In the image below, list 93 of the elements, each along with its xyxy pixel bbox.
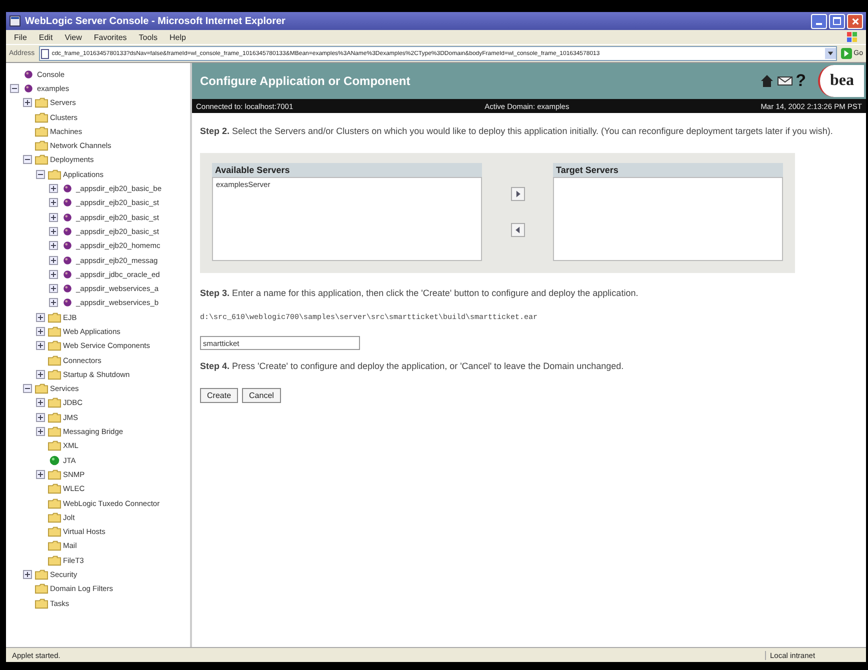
sphere-icon bbox=[61, 226, 74, 237]
collapse-icon[interactable] bbox=[36, 170, 45, 179]
expand-icon[interactable] bbox=[36, 427, 45, 436]
dropdown-button[interactable] bbox=[824, 48, 836, 59]
status-icon bbox=[48, 454, 61, 466]
folder-icon bbox=[35, 583, 48, 594]
sphere-icon bbox=[22, 82, 35, 94]
expand-icon[interactable] bbox=[36, 326, 45, 336]
folder-icon bbox=[48, 397, 61, 408]
help-link[interactable]: ? bbox=[796, 71, 806, 91]
folder-icon bbox=[35, 383, 48, 394]
sphere-icon bbox=[61, 297, 74, 308]
folder-icon bbox=[35, 598, 48, 609]
move-right-button[interactable] bbox=[510, 186, 524, 200]
folder-icon bbox=[35, 569, 48, 580]
expand-icon[interactable] bbox=[49, 226, 58, 236]
menu-item[interactable]: Edit bbox=[38, 32, 53, 42]
folder-icon bbox=[48, 168, 61, 180]
expand-icon[interactable] bbox=[49, 256, 58, 264]
expand-icon[interactable] bbox=[49, 198, 58, 208]
folder-icon bbox=[48, 498, 61, 509]
sphere-icon bbox=[61, 183, 74, 194]
menu-item[interactable]: Help bbox=[169, 32, 186, 42]
folder-icon bbox=[48, 340, 61, 352]
maximize-button[interactable] bbox=[829, 14, 845, 28]
browser-icon bbox=[9, 15, 21, 27]
page-title: Configure Application or Component bbox=[200, 74, 412, 88]
list-heading: Available Servers bbox=[212, 162, 482, 176]
step-text: Step 2. Select the Servers and/or Clusters on which you would like to deploy this application initially. (You can reconfigure deployment targets later if you wish). bbox=[200, 125, 834, 138]
sphere-icon bbox=[61, 283, 74, 294]
expand-icon[interactable] bbox=[36, 412, 45, 422]
expand-icon[interactable] bbox=[49, 241, 58, 250]
folder-icon bbox=[48, 540, 61, 552]
close-button[interactable] bbox=[847, 14, 863, 28]
collapse-icon[interactable] bbox=[23, 155, 32, 164]
menu-item[interactable]: Favorites bbox=[94, 32, 127, 42]
menu-item[interactable]: View bbox=[64, 32, 82, 42]
folder-icon bbox=[48, 426, 61, 438]
folder-icon bbox=[48, 468, 61, 480]
expand-icon[interactable] bbox=[49, 298, 58, 308]
sphere-icon bbox=[22, 68, 35, 80]
left-triangle-icon bbox=[514, 226, 522, 234]
folder-icon bbox=[48, 312, 61, 323]
folder-icon bbox=[48, 412, 61, 423]
sphere-icon bbox=[61, 197, 74, 208]
expand-icon[interactable] bbox=[23, 570, 32, 580]
folder-icon bbox=[35, 154, 48, 166]
folder-icon bbox=[35, 97, 48, 108]
move-left-button[interactable] bbox=[510, 222, 524, 236]
expand-icon[interactable] bbox=[49, 184, 58, 194]
logo: bea bbox=[818, 65, 864, 97]
step-text: Step 3. Enter a name for this application, then click the 'Create' button to configure and deploy the application. bbox=[200, 286, 640, 300]
mail-icon[interactable] bbox=[776, 75, 793, 87]
minimize-button[interactable] bbox=[811, 14, 827, 28]
folder-icon bbox=[48, 354, 61, 366]
caret-icon bbox=[826, 50, 834, 57]
folder-icon bbox=[35, 140, 48, 152]
home-icon[interactable] bbox=[760, 74, 774, 88]
menu-item[interactable]: Tools bbox=[138, 32, 158, 42]
windows-logo-icon bbox=[846, 31, 858, 43]
sphere-icon bbox=[61, 212, 74, 223]
folder-icon bbox=[48, 368, 61, 380]
expand-icon[interactable] bbox=[49, 270, 58, 279]
expand-icon[interactable] bbox=[36, 312, 45, 322]
close-icon bbox=[850, 16, 860, 26]
page-icon bbox=[40, 48, 50, 58]
folder-icon bbox=[48, 483, 61, 494]
expand-icon[interactable] bbox=[36, 398, 45, 408]
collapse-icon[interactable] bbox=[23, 384, 32, 394]
folder-icon bbox=[35, 126, 48, 137]
expand-icon[interactable] bbox=[49, 284, 58, 294]
folder-icon bbox=[48, 440, 61, 452]
folder-icon bbox=[48, 512, 61, 523]
folder-icon bbox=[35, 112, 48, 123]
folder-icon bbox=[48, 554, 61, 566]
expand-icon[interactable] bbox=[36, 470, 45, 479]
sphere-icon bbox=[61, 254, 74, 266]
step-text: Step 4. Press 'Create' to configure and deploy the application, or 'Cancel' to leave the Domain unchanged. bbox=[200, 360, 625, 373]
create-button[interactable]: Create bbox=[200, 388, 238, 402]
folder-icon bbox=[48, 326, 61, 337]
list-heading: Target Servers bbox=[553, 162, 783, 176]
menu-item[interactable]: File bbox=[14, 32, 27, 42]
expand-icon[interactable] bbox=[49, 212, 58, 222]
sphere-icon bbox=[61, 268, 74, 280]
folder-icon bbox=[48, 526, 61, 538]
sphere-icon bbox=[61, 240, 74, 252]
collapse-icon[interactable] bbox=[10, 84, 19, 93]
expand-icon[interactable] bbox=[36, 341, 45, 350]
window-title: WebLogic Server Console - Microsoft Internet Explorer bbox=[25, 16, 286, 26]
expand-icon[interactable] bbox=[23, 98, 32, 108]
cancel-button[interactable]: Cancel bbox=[242, 388, 281, 402]
right-triangle-icon bbox=[514, 190, 522, 198]
expand-icon[interactable] bbox=[36, 370, 45, 379]
